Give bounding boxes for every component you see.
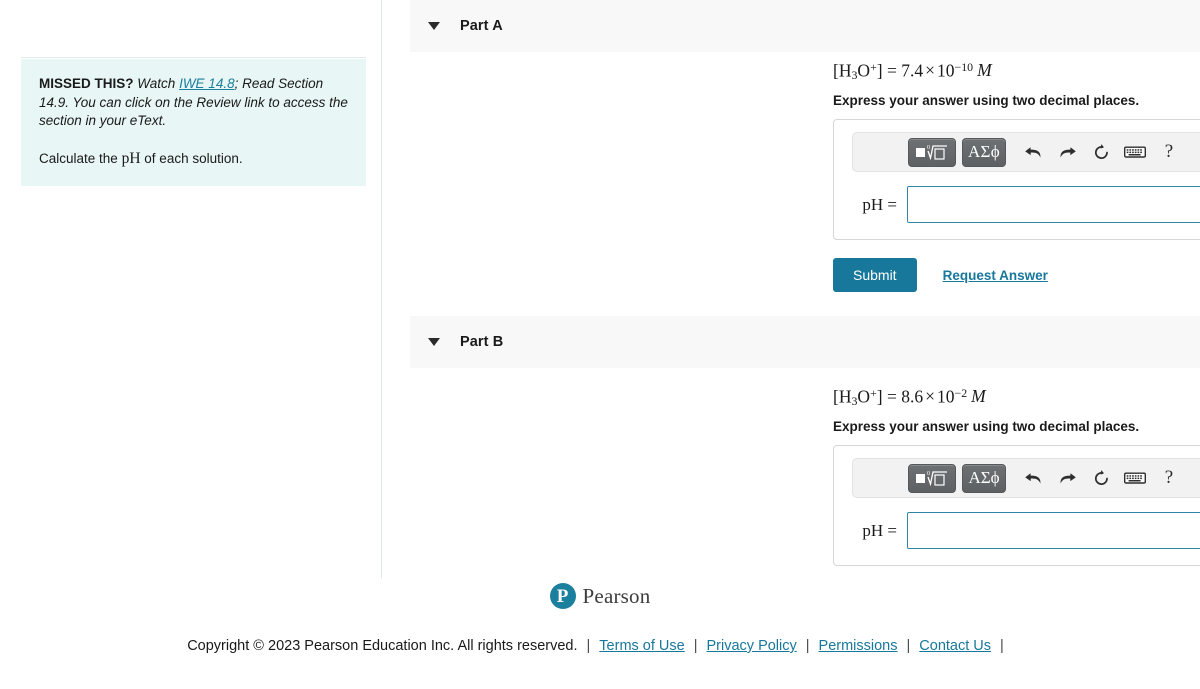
math-template-button[interactable]: 0	[908, 463, 956, 493]
part-title-a: Part A	[460, 18, 503, 34]
copyright-text: Copyright © 2023 Pearson Education Inc. …	[187, 638, 578, 654]
math-toolbar-b: 0 ΑΣϕ ?	[852, 458, 1200, 498]
ph-answer-input-a[interactable]	[907, 186, 1200, 223]
copyright-row: Copyright © 2023 Pearson Education Inc. …	[0, 638, 1200, 654]
footer-link-terms-of-use[interactable]: Terms of Use	[599, 638, 684, 654]
separator: |	[1000, 638, 1004, 654]
iwe-link[interactable]: IWE 14.8	[179, 76, 235, 91]
help-icon[interactable]: ?	[1152, 138, 1186, 166]
ph-equals-label-b: pH =	[862, 520, 897, 540]
request-answer-link-a[interactable]: Request Answer	[943, 268, 1048, 283]
separator: |	[805, 638, 810, 654]
answer-input-row-b: pH =	[852, 512, 1200, 549]
divider	[21, 57, 366, 58]
part-title-b: Part B	[460, 334, 504, 350]
footer-link-privacy-policy[interactable]: Privacy Policy	[707, 638, 797, 654]
redo-icon[interactable]	[1050, 464, 1084, 492]
instruction-part-b: Express your answer using two decimal pl…	[833, 419, 1140, 434]
answer-box-part-a: 0 ΑΣϕ ? pH =	[833, 119, 1200, 240]
question-left-panel: MISSED THIS? Watch IWE 14.8; Read Sectio…	[0, 0, 381, 578]
keyboard-icon[interactable]	[1118, 464, 1152, 492]
submit-row-a: Submit Request Answer	[833, 258, 1048, 292]
missed-this-label: MISSED THIS?	[39, 76, 134, 91]
separator: |	[586, 638, 591, 654]
ph-equals-label-a: pH =	[862, 194, 897, 214]
hint-watch-word: Watch	[137, 76, 176, 91]
hint-text: MISSED THIS? Watch IWE 14.8; Read Sectio…	[39, 75, 348, 131]
math-toolbar-a: 0 ΑΣϕ ?	[852, 132, 1200, 172]
pearson-p-icon: P	[549, 583, 576, 609]
question-prompt: Calculate the pH of each solution.	[39, 150, 348, 169]
footer-link-contact-us[interactable]: Contact Us	[919, 638, 991, 654]
answer-panel: Part A [H3O+] = 7.4 × 10−10 M Express your …	[382, 0, 1200, 578]
answer-box-part-b: 0 ΑΣϕ ? pH =	[833, 445, 1200, 566]
keyboard-icon[interactable]	[1118, 138, 1152, 166]
redo-icon[interactable]	[1050, 138, 1084, 166]
caret-down-icon[interactable]	[428, 338, 440, 346]
help-icon[interactable]: ?	[1152, 464, 1186, 492]
svg-text:0: 0	[927, 471, 930, 477]
prompt-suffix: of each solution.	[144, 150, 243, 166]
caret-down-icon[interactable]	[428, 22, 440, 30]
pearson-logo: P Pearson	[0, 583, 1200, 609]
svg-text:0: 0	[927, 145, 930, 151]
page-footer: P Pearson Copyright © 2023 Pearson Educa…	[0, 578, 1200, 689]
answer-input-row-a: pH =	[852, 186, 1200, 223]
ph-symbol: pH	[121, 149, 141, 167]
pearson-wordmark: Pearson	[582, 583, 651, 608]
undo-icon[interactable]	[1016, 464, 1050, 492]
separator: |	[906, 638, 911, 654]
reset-icon[interactable]	[1084, 138, 1118, 166]
math-template-button[interactable]: 0	[908, 137, 956, 167]
separator: |	[693, 638, 698, 654]
reset-icon[interactable]	[1084, 464, 1118, 492]
instruction-part-a: Express your answer using two decimal pl…	[833, 93, 1140, 108]
ph-answer-input-b[interactable]	[907, 512, 1200, 549]
prompt-prefix: Calculate the	[39, 150, 118, 166]
part-header-b[interactable]: Part B	[410, 316, 1200, 368]
part-header-a[interactable]: Part A	[410, 0, 1200, 52]
greek-symbols-button[interactable]: ΑΣϕ	[962, 137, 1006, 167]
formula-part-a: [H3O+] = 7.4 × 10−10 M	[833, 60, 992, 82]
formula-part-b: [H3O+] = 8.6 × 10−2 M	[833, 386, 986, 408]
missed-this-hint-box: MISSED THIS? Watch IWE 14.8; Read Sectio…	[21, 59, 366, 186]
footer-link-permissions[interactable]: Permissions	[819, 638, 898, 654]
submit-button-a[interactable]: Submit	[833, 258, 917, 292]
greek-symbols-button[interactable]: ΑΣϕ	[962, 463, 1006, 493]
undo-icon[interactable]	[1016, 138, 1050, 166]
